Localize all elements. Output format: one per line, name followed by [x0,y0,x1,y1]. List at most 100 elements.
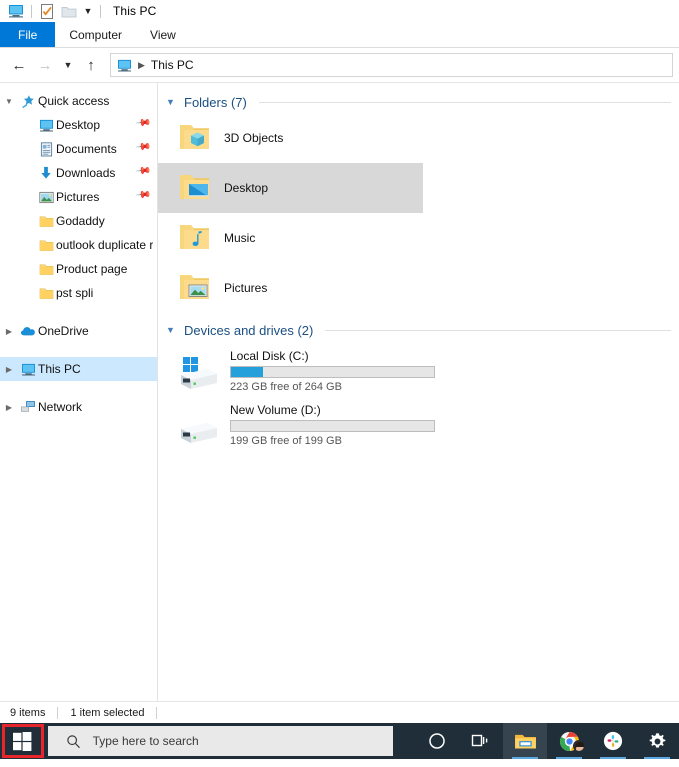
windows-drive-icon [176,355,220,395]
chevron-down-icon[interactable]: ▼ [80,3,96,19]
settings-gear-icon[interactable] [635,723,679,759]
item-music[interactable]: Music [158,213,423,263]
pin-icon[interactable]: 📌 [134,139,151,155]
group-header-folders[interactable]: ▼ Folders (7) [158,91,679,113]
sidebar-item-label: Pictures [56,190,100,204]
chevron-right-icon[interactable]: ▶ [0,327,18,336]
chevron-down-icon[interactable]: ▼ [0,97,18,106]
sidebar-item-downloads[interactable]: Downloads 📌 [0,161,157,185]
toolbar-divider [31,4,32,18]
divider [57,706,59,719]
active-indicator [600,757,626,759]
pin-icon[interactable]: 📌 [134,115,151,131]
item-count: 9 items [10,706,46,719]
group-title: Devices and drives (2) [184,322,314,338]
title-bar: ▼ This PC [0,0,679,22]
item-pictures[interactable]: Pictures [158,263,423,313]
sidebar-item-desktop[interactable]: Desktop 📌 [0,113,157,137]
navigation-bar: ← → ▼ ↑ ▶ This PC [0,48,679,82]
chrome-icon[interactable] [547,723,591,759]
recent-locations-button[interactable]: ▼ [58,52,78,78]
start-button[interactable] [0,723,46,759]
sidebar-item-documents[interactable]: Documents 📌 [0,137,157,161]
chevron-down-icon[interactable]: ▼ [166,325,178,335]
onedrive-icon [18,323,38,339]
active-indicator [512,757,538,759]
folder-icon [36,237,56,253]
file-explorer-icon[interactable] [503,723,547,759]
drive-usage-fill [231,367,264,377]
drive-icon [176,409,220,449]
divider [258,101,671,103]
sidebar-item-this-pc[interactable]: ▶ This PC [0,357,157,381]
drive-label: New Volume (D:) [230,403,321,417]
status-bar: 9 items 1 item selected [0,701,679,723]
sidebar-item-label: Godaddy [56,214,105,228]
sidebar-item-pst-spli[interactable]: pst spli [0,281,157,305]
up-button[interactable]: ↑ [78,52,104,78]
chevron-down-icon[interactable]: ▼ [166,97,178,107]
title-divider [100,4,101,18]
folder-3d-objects-icon [178,121,212,155]
drive-usage-bar [230,420,435,432]
star-pin-icon [18,93,38,109]
item-new-volume-d[interactable]: New Volume (D:) 199 GB free of 199 GB [158,395,435,449]
item-3d-objects[interactable]: 3D Objects [158,113,423,163]
item-desktop[interactable]: Desktop [158,163,423,213]
folder-icon [36,213,56,229]
slack-icon[interactable] [591,723,635,759]
sidebar-item-quick-access[interactable]: ▼ Quick access [0,89,157,113]
breadcrumb[interactable]: This PC [151,58,194,72]
active-indicator [556,757,582,759]
sidebar-item-outlook-duplicate[interactable]: outlook duplicate r [0,233,157,257]
properties-icon[interactable] [36,1,58,21]
sidebar-item-godaddy[interactable]: Godaddy [0,209,157,233]
search-placeholder: Type here to search [92,734,199,748]
search-box[interactable]: Type here to search [47,726,393,756]
file-list-pane[interactable]: ▼ Folders (7) 3D Objects Desktop Music P… [158,83,679,701]
new-folder-icon[interactable] [58,1,80,21]
pin-icon[interactable]: 📌 [134,187,151,203]
chevron-right-icon[interactable]: ▶ [0,365,18,374]
task-view-icon[interactable] [459,723,503,759]
tab-file[interactable]: File [0,22,56,47]
sidebar-item-onedrive[interactable]: ▶ OneDrive [0,319,157,343]
folder-music-icon [178,221,212,255]
folder-pictures-icon [178,271,212,305]
sidebar-item-label: Network [38,400,83,414]
group-header-devices[interactable]: ▼ Devices and drives (2) [158,319,679,341]
pin-icon[interactable]: 📌 [134,163,151,179]
this-pc-icon[interactable] [5,1,27,21]
drive-label: Local Disk (C:) [230,349,309,363]
drive-usage-bar [230,366,435,378]
group-title: Folders (7) [184,94,247,110]
avatar [573,740,585,752]
active-indicator [644,757,670,759]
sidebar-item-pictures[interactable]: Pictures 📌 [0,185,157,209]
item-label: Pictures [224,281,268,295]
address-bar[interactable]: ▶ This PC [110,53,673,77]
this-pc-icon [18,361,38,377]
sidebar-item-label: Desktop [56,118,101,132]
taskbar-buttons [415,723,679,759]
sidebar-item-label: OneDrive [38,324,89,338]
sidebar-item-label: Downloads [56,166,116,180]
drive-info: Local Disk (C:) 223 GB free of 264 GB [230,347,435,393]
drives-grid: Local Disk (C:) 223 GB free of 264 GB Ne… [158,341,679,449]
downloads-icon [36,165,56,181]
chevron-right-icon[interactable]: ▶ [0,403,18,412]
forward-button[interactable]: → [32,52,58,78]
sidebar-item-label: outlook duplicate r [56,238,153,252]
drive-free-text: 223 GB free of 264 GB [230,381,342,393]
folder-desktop-icon [178,171,212,205]
item-local-disk-c[interactable]: Local Disk (C:) 223 GB free of 264 GB [158,341,435,395]
back-button[interactable]: ← [6,52,32,78]
cortana-icon[interactable] [415,723,459,759]
taskbar: Type here to search [0,723,679,759]
tab-view[interactable]: View [136,22,190,47]
tab-computer[interactable]: Computer [55,22,136,47]
sidebar-item-product-page[interactable]: Product page [0,257,157,281]
divider [156,706,158,719]
desktop-icon [36,117,56,133]
sidebar-item-network[interactable]: ▶ Network [0,395,157,419]
